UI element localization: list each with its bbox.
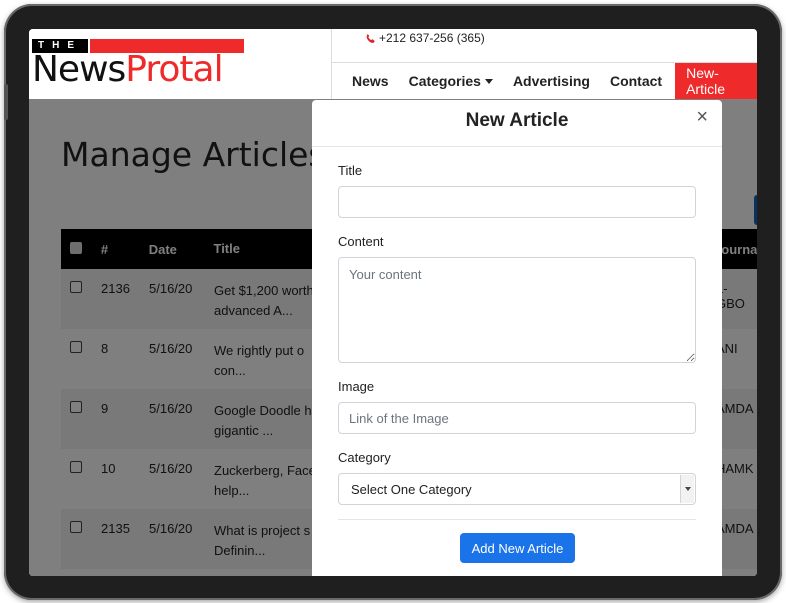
image-url-input[interactable] xyxy=(338,402,696,434)
phone-number: +212 637-256 (365) xyxy=(379,31,485,45)
modal-footer-divider xyxy=(338,519,696,520)
caret-down-icon xyxy=(484,78,493,84)
site-header: THE NewsProtal +212 637-256 (365) News C… xyxy=(29,29,757,99)
select-arrow xyxy=(680,475,694,503)
tablet-side-button xyxy=(4,84,8,120)
nav-item-advertising[interactable]: Advertising xyxy=(493,63,590,99)
nav-item-categories-label: Categories xyxy=(408,73,481,89)
modal-header: New Article × xyxy=(312,100,722,147)
image-label: Image xyxy=(338,379,375,394)
content-form-group: Content xyxy=(338,234,696,363)
nav-item-contact[interactable]: Contact xyxy=(590,63,662,99)
main-nav: News Categories Advertising Contact New-… xyxy=(332,63,757,99)
phone-icon xyxy=(366,33,375,43)
nav-new-article-button[interactable]: New-Article xyxy=(675,63,757,99)
nav-item-categories[interactable]: Categories xyxy=(389,63,493,99)
logo-news: News xyxy=(32,49,126,90)
content-textarea[interactable] xyxy=(338,257,696,363)
logo-wordmark: NewsProtal xyxy=(32,49,224,90)
logo-protal: Protal xyxy=(125,49,223,90)
category-select[interactable]: Select One Category xyxy=(338,473,696,505)
image-form-group: Image xyxy=(338,379,696,434)
title-form-group: Title xyxy=(338,163,696,218)
chevron-down-icon xyxy=(684,487,691,491)
close-icon[interactable]: × xyxy=(696,106,708,129)
title-label: Title xyxy=(338,163,363,178)
category-label: Category xyxy=(338,450,391,465)
add-new-article-button[interactable]: Add New Article xyxy=(460,533,575,563)
contact-phone: +212 637-256 (365) xyxy=(365,31,485,45)
modal-body: Title Content Image Category Select One … xyxy=(312,147,722,505)
modal-title: New Article xyxy=(465,110,569,131)
content-label: Content xyxy=(338,234,384,249)
category-form-group: Category Select One Category xyxy=(338,450,696,505)
nav-item-news[interactable]: News xyxy=(332,63,389,99)
title-input[interactable] xyxy=(338,186,696,218)
new-article-modal: New Article × Title Content Image Catego… xyxy=(312,100,722,576)
screen: THE NewsProtal +212 637-256 (365) News C… xyxy=(29,29,757,576)
category-select-value: Select One Category xyxy=(351,481,472,497)
site-logo[interactable]: THE NewsProtal xyxy=(32,39,244,89)
